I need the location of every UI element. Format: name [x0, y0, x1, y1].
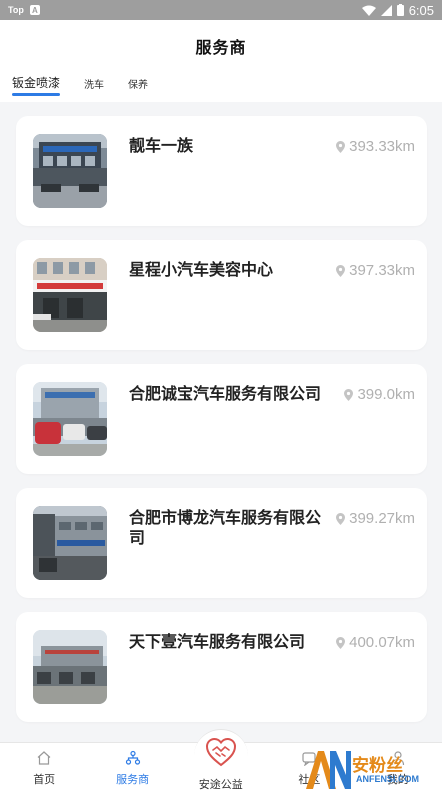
- nav-charity[interactable]: 安途公益: [177, 729, 265, 792]
- shop-card[interactable]: 星程小汽车美容中心 397.33km: [16, 240, 427, 350]
- battery-icon: [396, 4, 404, 16]
- tab-maintenance[interactable]: 保养: [128, 72, 148, 91]
- nav-service-providers[interactable]: 服务商: [88, 743, 176, 792]
- shop-photo: [33, 382, 107, 456]
- community-icon: [302, 752, 316, 766]
- location-pin-icon: [336, 636, 346, 649]
- shop-distance: 393.33km: [336, 138, 415, 155]
- shop-distance-value: 400.07km: [349, 634, 415, 651]
- shop-photo: [33, 258, 107, 332]
- nav-service-providers-label: 服务商: [116, 773, 150, 786]
- nav-community-label: 社区: [298, 773, 321, 786]
- shop-distance: 399.0km: [344, 386, 415, 403]
- page-header: 服务商: [0, 20, 442, 72]
- bottom-nav: 首页 服务商 安途公益 社区 我的: [0, 729, 442, 792]
- notification-icon: A: [29, 5, 40, 15]
- shop-card[interactable]: 天下壹汽车服务有限公司 400.07km: [16, 612, 427, 722]
- nav-profile[interactable]: 我的: [354, 743, 442, 792]
- location-pin-icon: [336, 140, 346, 153]
- charity-heart-icon: [205, 737, 236, 767]
- shop-photo: [33, 630, 107, 704]
- shop-distance: 399.27km: [336, 510, 415, 527]
- nav-community[interactable]: 社区: [265, 743, 353, 792]
- status-time: 6:05: [408, 2, 434, 18]
- location-pin-icon: [344, 388, 354, 401]
- shop-name: 合肥诚宝汽车服务有限公司: [129, 384, 322, 403]
- shop-name: 靓车一族: [129, 136, 194, 155]
- status-app-tag: Top: [8, 5, 24, 15]
- home-icon: [37, 751, 51, 765]
- service-provider-icon: [125, 750, 140, 765]
- category-tabs: 钣金喷漆 洗车 保养: [0, 72, 442, 102]
- nav-home[interactable]: 首页: [0, 743, 88, 792]
- nav-charity-label: 安途公益: [198, 778, 243, 791]
- status-right: 6:05: [361, 2, 434, 18]
- shop-list: 靓车一族 393.33km 星程小汽车美容中心 397.33km 合肥诚宝汽车服…: [16, 116, 427, 736]
- profile-icon: [391, 751, 404, 766]
- page-title: 服务商: [195, 38, 247, 57]
- shop-distance-value: 399.27km: [349, 510, 415, 527]
- shop-name: 星程小汽车美容中心: [129, 260, 274, 279]
- signal-icon: [380, 4, 392, 16]
- nav-home-label: 首页: [33, 773, 56, 786]
- shop-distance-value: 399.0km: [357, 386, 415, 403]
- shop-photo: [33, 506, 107, 580]
- shop-distance-value: 397.33km: [349, 262, 415, 279]
- shop-name: 合肥市博龙汽车服务有限公司: [129, 508, 322, 547]
- location-pin-icon: [336, 264, 346, 277]
- shop-distance-value: 393.33km: [349, 138, 415, 155]
- shop-distance: 400.07km: [336, 634, 415, 651]
- shop-card[interactable]: 合肥诚宝汽车服务有限公司 399.0km: [16, 364, 427, 474]
- shop-card[interactable]: 靓车一族 393.33km: [16, 116, 427, 226]
- shop-photo: [33, 134, 107, 208]
- shop-name: 天下壹汽车服务有限公司: [129, 632, 306, 651]
- status-bar: Top A 6:05: [0, 0, 442, 20]
- tab-sheet-metal-paint[interactable]: 钣金喷漆: [12, 72, 61, 96]
- tab-car-wash[interactable]: 洗车: [84, 72, 104, 91]
- location-pin-icon: [336, 512, 346, 525]
- shop-distance: 397.33km: [336, 262, 415, 279]
- status-left: Top A: [8, 5, 40, 15]
- wifi-icon: [361, 5, 376, 16]
- nav-profile-label: 我的: [386, 773, 409, 786]
- shop-card[interactable]: 合肥市博龙汽车服务有限公司 399.27km: [16, 488, 427, 598]
